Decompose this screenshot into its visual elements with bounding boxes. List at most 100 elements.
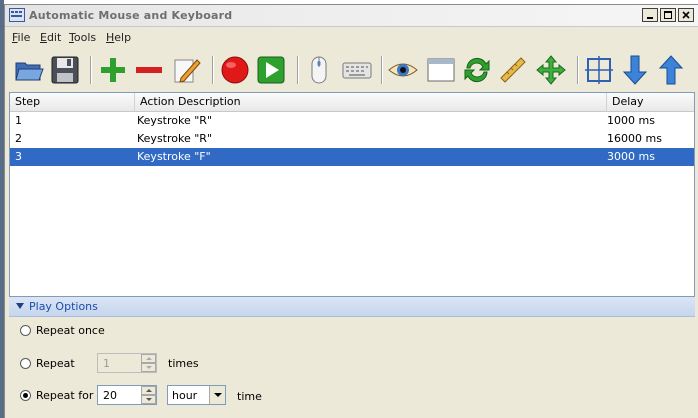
toolbar-separator [212,56,214,84]
arrow-down-icon [622,55,648,85]
column-header-delay[interactable]: Delay [607,93,694,111]
refresh-button[interactable] [461,54,493,86]
delay-cell: 1000 ms [607,114,655,127]
repeat-for-radio[interactable] [20,390,31,401]
step-cell: 3 [15,150,22,163]
edit-icon [174,59,201,83]
step-cell: 1 [15,114,22,127]
record-button[interactable] [219,54,251,86]
ruler-icon [500,57,526,83]
mouse-button[interactable] [303,54,335,86]
repeat-count-value: 1 [103,357,110,370]
times-label: times [168,357,199,370]
menu-tools[interactable]: Tools [69,31,96,44]
window-controls [642,8,694,22]
repeat-for-stepper[interactable]: 20 [97,385,157,405]
window-title: Automatic Mouse and Keyboard [29,9,233,22]
menu-help[interactable]: Help [106,31,131,44]
open-button[interactable] [13,54,45,86]
chevron-up-icon [146,389,152,392]
table-row-selected[interactable]: 3 Keystroke "F" 3000 ms [10,148,694,166]
add-button[interactable] [97,54,129,86]
repeat-for-label: Repeat for [36,389,94,402]
toolbar-separator [90,56,92,84]
stepper-up-button[interactable] [141,354,156,363]
menu-bar: File Edit Tools Help [5,28,698,46]
column-header-action[interactable]: Action Description [135,93,607,111]
menu-file[interactable]: File [12,31,30,44]
edit-button[interactable] [171,54,203,86]
move-button[interactable] [535,54,567,86]
maximize-icon [664,11,672,19]
ruler-button[interactable] [497,54,529,86]
move-down-button[interactable] [619,54,651,86]
maximize-button[interactable] [660,8,676,22]
repeat-count-stepper[interactable]: 1 [97,353,157,373]
toolbar [5,50,698,92]
chevron-down-icon [214,393,222,397]
minimize-button[interactable] [642,8,658,22]
chevron-up-icon [146,357,152,360]
play-icon [257,56,285,84]
repeat-once-label: Repeat once [36,324,105,337]
action-cell: Keystroke "R" [137,114,213,127]
actions-table[interactable]: Step Action Description Delay 1 Keystrok… [9,92,695,297]
dropdown-button[interactable] [209,386,225,404]
app-icon [9,8,25,22]
select-region-icon [585,56,613,84]
open-icon [15,62,44,81]
save-icon [51,56,79,84]
window-icon [427,58,455,82]
mouse-icon [311,56,327,84]
stepper-up-button[interactable] [141,386,156,395]
step-cell: 2 [15,132,22,145]
add-icon [101,58,125,82]
window-button[interactable] [425,54,457,86]
repeat-radio[interactable] [20,358,31,369]
delay-cell: 16000 ms [607,132,662,145]
stepper-down-button[interactable] [141,363,156,372]
table-row[interactable]: 1 Keystroke "R" 1000 ms [10,112,694,130]
repeat-for-value: 20 [103,389,117,402]
menu-edit[interactable]: Edit [40,31,61,44]
close-button[interactable] [678,8,694,22]
title-bar[interactable]: Automatic Mouse and Keyboard [5,5,698,27]
collapse-arrow-icon [16,303,24,309]
move-up-button[interactable] [655,54,687,86]
toolbar-separator [381,56,383,84]
chevron-down-icon [146,398,152,401]
action-cell: Keystroke "R" [137,132,213,145]
eye-button[interactable] [387,54,419,86]
action-cell: Keystroke "F" [137,150,211,163]
close-icon [682,11,690,19]
keyboard-icon [342,62,372,79]
eye-icon [388,63,418,77]
arrow-up-icon [658,55,684,85]
save-button[interactable] [49,54,81,86]
repeat-once-radio[interactable] [20,325,31,336]
time-unit-value: hour [172,389,198,402]
remove-button[interactable] [133,54,165,86]
toolbar-separator [297,56,299,84]
toolbar-separator [577,56,579,84]
record-icon [221,56,249,84]
select-region-button[interactable] [583,54,615,86]
play-button[interactable] [255,54,287,86]
minimize-icon [647,17,653,19]
table-row[interactable]: 2 Keystroke "R" 16000 ms [10,130,694,148]
play-options-header[interactable]: Play Options [9,297,695,317]
move-icon [536,55,566,85]
remove-icon [136,67,162,73]
time-unit-select[interactable]: hour [167,385,226,405]
play-options-title: Play Options [29,300,98,313]
stepper-down-button[interactable] [141,395,156,404]
keyboard-button[interactable] [341,54,373,86]
chevron-down-icon [146,366,152,369]
column-header-step[interactable]: Step [10,93,135,111]
delay-cell: 3000 ms [607,150,655,163]
repeat-label: Repeat [36,357,75,370]
table-header: Step Action Description Delay [10,93,694,112]
time-label: time [237,390,262,403]
refresh-icon [464,57,490,83]
app-window: Automatic Mouse and Keyboard File Edit T… [4,4,698,418]
